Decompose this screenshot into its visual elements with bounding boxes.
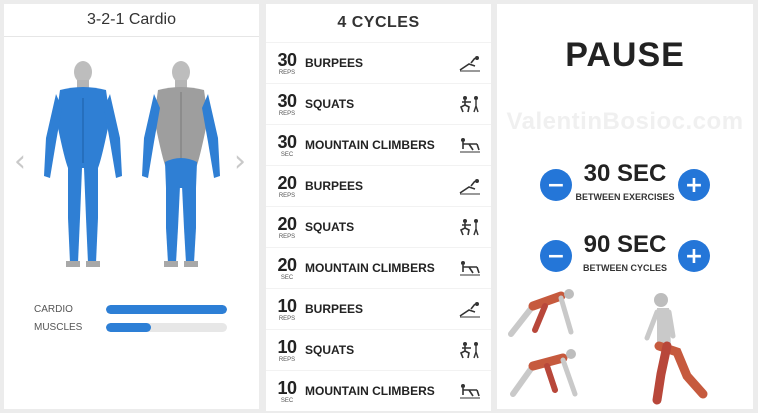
mountain-climber-icon xyxy=(459,382,481,400)
squat-icon xyxy=(459,95,481,113)
exercise-count-block: 20 REPS xyxy=(275,215,299,240)
chevron-left-icon[interactable]: ‹ xyxy=(14,144,26,179)
exercise-pause-control: − 30 SEC BETWEEN EXERCISES + xyxy=(497,160,753,210)
cardio-label: CARDIO xyxy=(34,304,73,315)
squat-icon xyxy=(459,341,481,359)
burpee-icon xyxy=(459,300,481,318)
exercise-count: 20 xyxy=(277,213,297,234)
muscles-bar-row: MUSCLES xyxy=(34,322,227,333)
pause-title: PAUSE xyxy=(565,36,685,74)
exercise-count: 10 xyxy=(277,377,297,398)
increase-exercise-pause-button[interactable]: + xyxy=(678,169,710,201)
cardio-bar-row: CARDIO xyxy=(34,304,227,315)
exercise-name: SQUATS xyxy=(305,97,355,111)
exercise-row[interactable]: 20 SEC MOUNTAIN CLIMBERS xyxy=(266,248,491,288)
exercise-row[interactable]: 10 SEC MOUNTAIN CLIMBERS xyxy=(266,371,491,411)
exercise-row[interactable]: 30 SEC MOUNTAIN CLIMBERS xyxy=(266,125,491,165)
exercise-unit: REPS xyxy=(278,315,296,322)
chevron-right-icon[interactable]: › xyxy=(234,144,246,179)
exercise-unit: REPS xyxy=(278,356,296,363)
exercise-count-block: 20 REPS xyxy=(275,174,299,199)
exercise-row[interactable]: 10 REPS BURPEES xyxy=(266,289,491,329)
exercise-unit: REPS xyxy=(278,192,296,199)
mountain-climber-illustration xyxy=(508,289,574,337)
exercise-name: SQUATS xyxy=(305,343,355,357)
workout-title: 3-2-1 Cardio xyxy=(4,4,259,37)
cycle-pause-value: 90 SEC xyxy=(583,231,667,258)
muscles-label: MUSCLES xyxy=(34,322,83,333)
watermark-text: ValentinBosioc.com xyxy=(506,108,744,135)
exercise-count-block: 10 REPS xyxy=(275,297,299,322)
exercise-name: MOUNTAIN CLIMBERS xyxy=(305,138,435,152)
exercise-name: SQUATS xyxy=(305,220,355,234)
front-body-figure xyxy=(44,61,122,267)
exercise-unit: REPS xyxy=(278,110,296,117)
exercise-list: 30 REPS BURPEES 30 REPS SQUATS 30 SEC MOUNTAIN… xyxy=(266,43,491,411)
exercise-unit: SEC xyxy=(280,397,294,404)
exercise-count: 10 xyxy=(277,295,297,316)
exercise-count-block: 10 REPS xyxy=(275,338,299,363)
exercise-unit: REPS xyxy=(278,69,296,76)
burpee-icon xyxy=(459,54,481,72)
exercise-unit: REPS xyxy=(278,233,296,240)
workout-overview-panel: 3-2-1 Cardio ‹ › CARDIO MUSCLES xyxy=(4,4,259,409)
cycle-pause-control: − 90 SEC BETWEEN CYCLES + xyxy=(497,231,753,281)
exercise-row[interactable]: 30 REPS SQUATS xyxy=(266,84,491,124)
exercise-row[interactable]: 20 REPS BURPEES xyxy=(266,166,491,206)
muscles-bar xyxy=(106,323,227,332)
exercise-count-block: 30 REPS xyxy=(275,51,299,76)
cardio-bar xyxy=(106,305,227,314)
squat-icon xyxy=(459,218,481,236)
mountain-climber-illustration-2 xyxy=(510,349,578,397)
exercise-pause-value: 30 SEC xyxy=(583,160,667,187)
muscles-bar-fill xyxy=(106,323,151,332)
exercise-count: 30 xyxy=(277,131,297,152)
exercise-count: 10 xyxy=(277,336,297,357)
exercise-count: 20 xyxy=(277,172,297,193)
exercise-unit: SEC xyxy=(280,274,294,281)
cycles-title: 4 CYCLES xyxy=(266,4,491,42)
exercise-count-block: 30 SEC xyxy=(275,133,299,158)
exercise-count-block: 20 SEC xyxy=(275,256,299,281)
exercise-name: BURPEES xyxy=(305,179,364,193)
exercise-name: MOUNTAIN CLIMBERS xyxy=(305,384,435,398)
exercise-count-block: 10 SEC xyxy=(275,379,299,404)
exercise-row[interactable]: 30 REPS BURPEES xyxy=(266,43,491,83)
back-body-figure xyxy=(142,61,220,267)
exercise-unit: SEC xyxy=(280,151,294,158)
mountain-climber-icon xyxy=(459,259,481,277)
cycle-pause-label: BETWEEN CYCLES xyxy=(582,263,667,273)
exercise-count: 20 xyxy=(277,254,297,275)
mountain-climber-icon xyxy=(459,136,481,154)
exercise-name: BURPEES xyxy=(305,56,364,70)
burpee-icon xyxy=(459,177,481,195)
cardio-bar-fill xyxy=(106,305,227,314)
exercise-name: MOUNTAIN CLIMBERS xyxy=(305,261,435,275)
increase-cycle-pause-button[interactable]: + xyxy=(678,240,710,272)
exercise-count: 30 xyxy=(277,49,297,70)
exercise-name: BURPEES xyxy=(305,302,364,316)
pause-panel: PAUSE ValentinBosioc.com − 30 SEC BETWEE… xyxy=(497,4,753,409)
running-figure-illustration xyxy=(644,293,708,405)
exercise-count-block: 30 REPS xyxy=(275,92,299,117)
exercise-count: 30 xyxy=(277,90,297,111)
exercise-pause-label: BETWEEN EXERCISES xyxy=(575,192,675,202)
exercise-row[interactable]: 10 REPS SQUATS xyxy=(266,330,491,370)
exercise-row[interactable]: 20 REPS SQUATS xyxy=(266,207,491,247)
cycles-panel: 4 CYCLES 30 REPS BURPEES 30 REPS SQUATS 30 SE… xyxy=(266,4,491,411)
